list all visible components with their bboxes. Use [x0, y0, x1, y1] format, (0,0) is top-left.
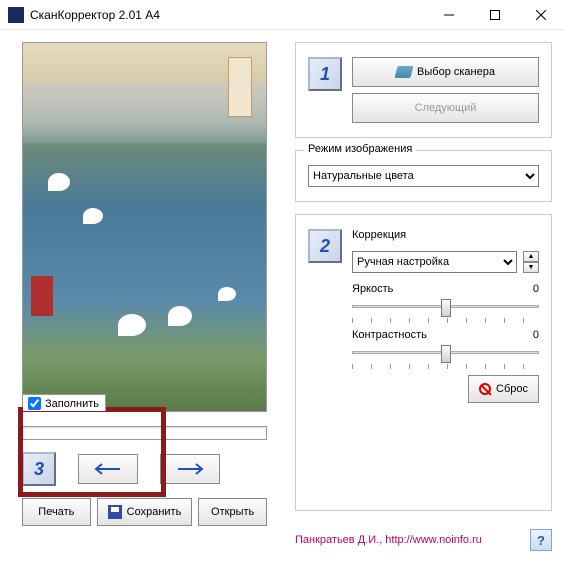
scanner-icon	[394, 66, 413, 78]
right-panel: 1 Выбор сканера Следующий Режим изображе…	[295, 42, 552, 551]
help-button[interactable]: ?	[530, 529, 552, 551]
next-button[interactable]	[160, 454, 220, 484]
app-icon	[8, 7, 24, 23]
preview-image[interactable]: Заполнить	[22, 42, 267, 412]
minimize-button[interactable]	[426, 0, 472, 30]
fill-label: Заполнить	[45, 398, 99, 410]
fill-checkbox-container[interactable]: Заполнить	[22, 394, 106, 412]
fill-checkbox[interactable]	[28, 397, 41, 410]
brightness-label: Яркость	[352, 283, 393, 295]
artwork-seal	[228, 57, 252, 117]
contrast-label: Контрастность	[352, 329, 427, 341]
left-panel: Заполнить 3 Печать Сохранить Открыть	[12, 42, 277, 551]
brightness-value: 0	[533, 283, 539, 295]
open-button[interactable]: Открыть	[198, 498, 267, 526]
image-mode-group: Режим изображения Натуральные цвета	[295, 150, 552, 202]
reset-button[interactable]: Сброс	[468, 375, 539, 403]
step-3-badge: 3	[22, 452, 56, 486]
window-title: СканКорректор 2.01 A4	[30, 8, 426, 22]
correction-legend: Коррекция	[352, 229, 539, 241]
scanner-group: 1 Выбор сканера Следующий	[295, 42, 552, 138]
artwork-seal-red	[31, 276, 53, 316]
close-button[interactable]	[518, 0, 564, 30]
preset-down-button[interactable]: ▼	[523, 262, 539, 273]
step-2-badge: 2	[308, 229, 342, 263]
preset-up-button[interactable]: ▲	[523, 251, 539, 262]
correction-group: 2 Коррекция Ручная настройка ▲ ▼ Яркость	[295, 214, 552, 511]
save-icon	[108, 505, 122, 519]
correction-preset-select[interactable]: Ручная настройка	[352, 251, 517, 273]
image-mode-legend: Режим изображения	[304, 143, 416, 155]
brightness-slider[interactable]	[352, 297, 539, 323]
contrast-slider[interactable]	[352, 343, 539, 369]
prev-button[interactable]	[78, 454, 138, 484]
maximize-button[interactable]	[472, 0, 518, 30]
titlebar: СканКорректор 2.01 A4	[0, 0, 564, 30]
image-mode-select[interactable]: Натуральные цвета	[308, 165, 539, 187]
credit-link[interactable]: Панкратьев Д.И., http://www.noinfo.ru	[295, 534, 482, 546]
contrast-value: 0	[533, 329, 539, 341]
step-1-badge: 1	[308, 57, 342, 91]
save-button[interactable]: Сохранить	[97, 498, 193, 526]
next-scan-button[interactable]: Следующий	[352, 93, 539, 123]
reset-icon	[479, 383, 491, 395]
select-scanner-button[interactable]: Выбор сканера	[352, 57, 539, 87]
progress-bar	[22, 426, 267, 440]
print-button[interactable]: Печать	[22, 498, 91, 526]
